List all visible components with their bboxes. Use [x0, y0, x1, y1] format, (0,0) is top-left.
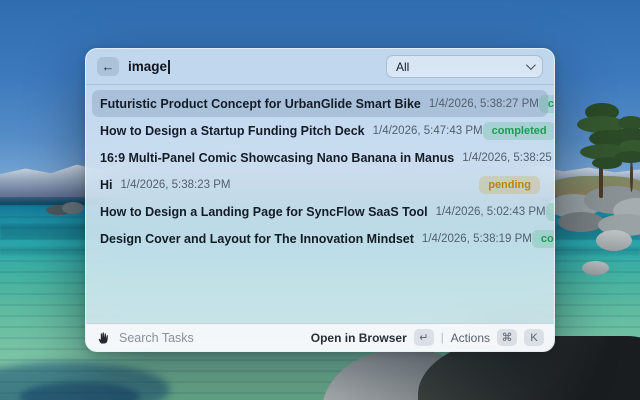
task-title: How to Design a Startup Funding Pitch De… — [100, 123, 365, 138]
task-timestamp: 1/4/2026, 5:38:25 PM — [462, 151, 554, 164]
task-search-window: ← image All Futuristic Product Concept f… — [85, 48, 555, 352]
task-title: 16:9 Multi-Panel Comic Showcasing Nano B… — [100, 150, 455, 165]
actions-button[interactable]: Actions — [451, 331, 490, 345]
task-row[interactable]: Futuristic Product Concept for UrbanGlid… — [92, 90, 554, 117]
search-input[interactable]: image — [128, 59, 170, 74]
manus-logo-icon — [98, 332, 108, 344]
k-keycap: K — [524, 329, 544, 346]
task-timestamp: 1/4/2026, 5:38:23 PM — [120, 178, 231, 191]
status-badge: pending — [479, 175, 540, 194]
task-timestamp: 1/4/2026, 5:38:19 PM — [421, 232, 532, 245]
pine-trunk — [630, 160, 633, 192]
footer-bar: Search Tasks Open in Browser ↵ | Actions… — [86, 323, 554, 351]
task-row[interactable]: How to Design a Startup Funding Pitch De… — [92, 117, 554, 144]
status-badge: completed — [482, 121, 554, 140]
status-badge: completed — [545, 202, 554, 221]
text-caret — [168, 59, 170, 74]
task-timestamp: 1/4/2026, 5:02:43 PM — [435, 205, 546, 218]
footer-divider: | — [440, 331, 444, 344]
search-query: image — [128, 59, 168, 74]
task-title: How to Design a Landing Page for SyncFlo… — [100, 204, 428, 219]
task-row[interactable]: Design Cover and Layout for The Innovati… — [92, 225, 554, 252]
task-list: Futuristic Product Concept for UrbanGlid… — [86, 85, 554, 257]
footer-hint-label: Search Tasks — [119, 330, 194, 345]
task-row[interactable]: Hi 1/4/2026, 5:38:23 PM pending — [92, 171, 548, 198]
filter-selected-value: All — [396, 59, 410, 74]
enter-keycap: ↵ — [413, 329, 434, 346]
chevron-down-icon — [525, 60, 536, 71]
task-row[interactable]: 16:9 Multi-Panel Comic Showcasing Nano B… — [92, 144, 554, 171]
boulder-in-water — [596, 230, 632, 251]
status-badge: completed — [538, 94, 554, 113]
rock — [62, 202, 84, 214]
search-bar: ← image All — [86, 49, 554, 85]
task-row[interactable]: How to Design a Landing Page for SyncFlo… — [92, 198, 554, 225]
task-title: Hi — [100, 177, 113, 192]
footer-actions: Open in Browser ↵ | Actions ⌘ K — [311, 329, 544, 346]
command-keycap: ⌘ — [497, 329, 517, 346]
task-timestamp: 1/4/2026, 5:38:27 PM — [428, 97, 539, 110]
open-in-browser-button[interactable]: Open in Browser — [311, 331, 407, 345]
boulder-in-water — [582, 261, 609, 275]
task-title: Futuristic Product Concept for UrbanGlid… — [100, 96, 421, 111]
pine-foliage — [615, 151, 640, 163]
status-badge: completed — [531, 229, 554, 248]
back-arrow-icon: ← — [101, 59, 115, 74]
boulder — [558, 212, 604, 232]
task-title: Design Cover and Layout for The Innovati… — [100, 231, 414, 246]
task-timestamp: 1/4/2026, 5:47:43 PM — [372, 124, 483, 137]
filter-dropdown[interactable]: All — [386, 55, 543, 78]
back-button[interactable]: ← — [97, 57, 119, 76]
